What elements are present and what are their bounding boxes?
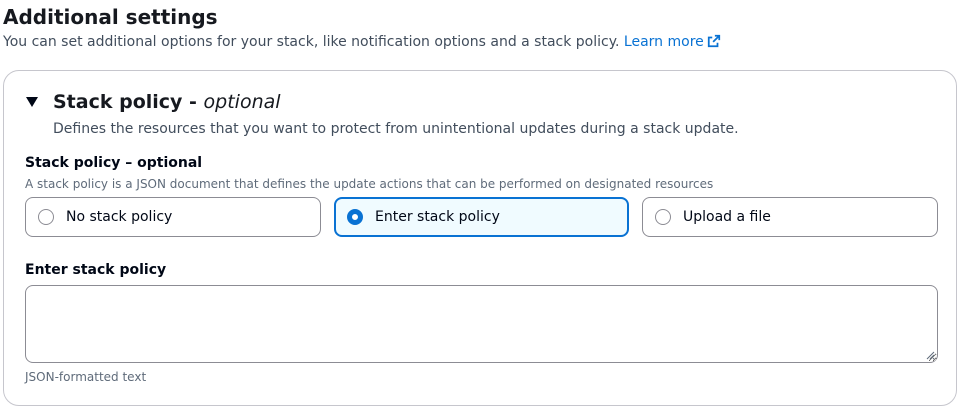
page-description: You can set additional options for your … xyxy=(3,32,721,52)
caret-down-icon xyxy=(26,97,38,107)
external-link-icon xyxy=(707,34,720,48)
radio-checked-icon[interactable] xyxy=(347,209,363,225)
radio-group-label: Stack policy – optional xyxy=(25,155,203,171)
radio-unchecked-icon[interactable] xyxy=(655,209,671,225)
learn-more-link[interactable]: Learn more xyxy=(624,34,721,50)
stack-policy-container: Stack policy - optional Defines the reso… xyxy=(3,70,957,406)
stack-policy-expander[interactable]: Stack policy - optional xyxy=(26,88,281,116)
stack-policy-textarea[interactable] xyxy=(25,285,938,363)
page-description-text: You can set additional options for your … xyxy=(3,34,620,50)
radio-group-description: A stack policy is a JSON document that d… xyxy=(25,177,714,191)
radio-tile-label: Upload a file xyxy=(683,209,771,225)
radio-tile-label: Enter stack policy xyxy=(375,209,500,225)
radio-tile-no-stack-policy[interactable]: No stack policy xyxy=(25,197,321,237)
section-title: Stack policy - optional xyxy=(53,88,281,116)
section-title-optional: optional xyxy=(203,91,281,113)
radio-unchecked-icon[interactable] xyxy=(38,209,54,225)
section-description: Defines the resources that you want to p… xyxy=(53,121,739,137)
radio-tile-enter-stack-policy[interactable]: Enter stack policy xyxy=(334,197,629,237)
learn-more-label: Learn more xyxy=(623,34,704,50)
radio-tile-upload-a-file[interactable]: Upload a file xyxy=(642,197,938,237)
page-title: Additional settings xyxy=(3,5,218,29)
policy-input-label: Enter stack policy xyxy=(25,262,167,278)
radio-tile-label: No stack policy xyxy=(66,209,173,225)
policy-input-constraint: JSON-formatted text xyxy=(25,370,147,384)
section-title-text: Stack policy - xyxy=(53,91,204,113)
